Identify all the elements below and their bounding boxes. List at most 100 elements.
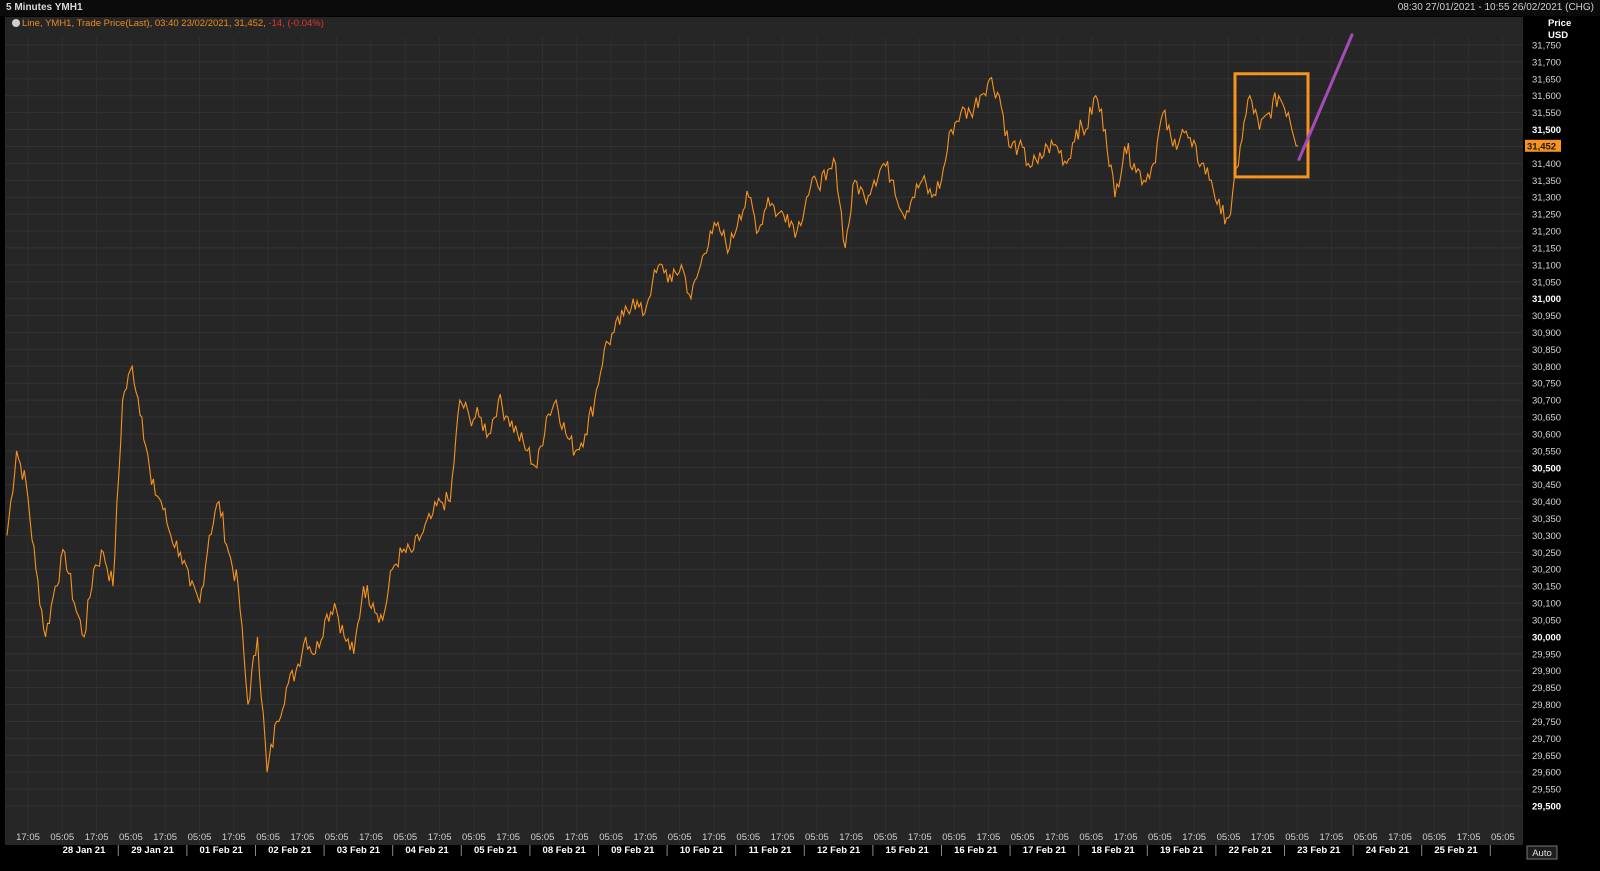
y-tick-label: 29,600 <box>1532 768 1561 779</box>
x-time-label: 17:05 <box>908 832 932 843</box>
y-tick-label: 30,800 <box>1532 362 1561 373</box>
y-tick-label: 30,000 <box>1532 632 1561 643</box>
x-day-label: 02 Feb 21 <box>268 845 312 856</box>
last-price-label: 31,452 <box>1527 141 1556 152</box>
x-time-label: 17:05 <box>1457 832 1481 843</box>
auto-scale-label: Auto <box>1532 848 1552 859</box>
y-tick-label: 31,000 <box>1532 294 1561 305</box>
y-axis-unit: USD <box>1548 30 1568 41</box>
x-day-label: 23 Feb 21 <box>1297 845 1341 856</box>
x-day-label: 15 Feb 21 <box>886 845 930 856</box>
price-chart[interactable]: Price USD 29,500 29,550 29,600 29,650 29,700… <box>0 0 1600 871</box>
y-tick-label: 30,150 <box>1532 582 1561 593</box>
x-time-label: 05:05 <box>1491 832 1515 843</box>
x-day-label: 09 Feb 21 <box>611 845 655 856</box>
y-tick-label: 29,800 <box>1532 700 1561 711</box>
x-time-label: 05:05 <box>119 832 143 843</box>
x-time-label: 17:05 <box>291 832 315 843</box>
x-time-label: 05:05 <box>1079 832 1103 843</box>
legend-series-text: Line, YMH1, Trade Price(Last), 03:40 23/… <box>22 18 266 29</box>
x-time-label: 17:05 <box>1182 832 1206 843</box>
y-tick-label: 31,650 <box>1532 74 1561 85</box>
chart-window: 5 Minutes YMH1 08:30 27/01/2021 - 10:55 … <box>0 0 1600 871</box>
x-time-label: 05:05 <box>1148 832 1172 843</box>
x-time-label: 17:05 <box>839 832 863 843</box>
y-tick-label: 30,850 <box>1532 345 1561 356</box>
x-day-label: 01 Feb 21 <box>200 845 244 856</box>
y-tick-label: 31,300 <box>1532 193 1561 204</box>
y-tick-label: 31,350 <box>1532 176 1561 187</box>
y-tick-label: 30,100 <box>1532 599 1561 610</box>
x-day-label: 25 Feb 21 <box>1434 845 1478 856</box>
x-day-label: 22 Feb 21 <box>1229 845 1273 856</box>
x-day-label: 18 Feb 21 <box>1091 845 1135 856</box>
x-time-label: 05:05 <box>462 832 486 843</box>
y-tick-label: 31,400 <box>1532 159 1561 170</box>
y-tick-label: 31,100 <box>1532 260 1561 271</box>
x-time-label: 17:05 <box>1045 832 1069 843</box>
x-day-label: 05 Feb 21 <box>474 845 518 856</box>
x-time-label: 17:05 <box>1114 832 1138 843</box>
x-time-label: 17:05 <box>771 832 795 843</box>
y-tick-label: 30,650 <box>1532 413 1561 424</box>
x-time-label: 17:05 <box>1320 832 1344 843</box>
x-time-label: 17:05 <box>634 832 658 843</box>
y-tick-label: 31,500 <box>1532 125 1561 136</box>
x-time-label: 05:05 <box>1285 832 1309 843</box>
x-time-label: 17:05 <box>16 832 40 843</box>
x-day-label: 12 Feb 21 <box>817 845 861 856</box>
y-tick-label: 29,550 <box>1532 785 1561 796</box>
x-time-label: 05:05 <box>188 832 212 843</box>
x-time-label: 05:05 <box>668 832 692 843</box>
y-tick-label: 30,400 <box>1532 497 1561 508</box>
x-day-label: 19 Feb 21 <box>1160 845 1204 856</box>
y-tick-label: 29,750 <box>1532 717 1561 728</box>
x-time-label: 17:05 <box>702 832 726 843</box>
x-day-label: 16 Feb 21 <box>954 845 998 856</box>
x-time-label: 17:05 <box>153 832 177 843</box>
legend: Line, YMH1, Trade Price(Last), 03:40 23/… <box>12 17 324 31</box>
x-day-label: 29 Jan 21 <box>131 845 174 856</box>
y-tick-label: 30,050 <box>1532 615 1561 626</box>
x-time-label: 05:05 <box>1422 832 1446 843</box>
y-tick-label: 30,950 <box>1532 311 1561 322</box>
y-tick-label: 31,700 <box>1532 57 1561 68</box>
y-tick-label: 31,550 <box>1532 108 1561 119</box>
x-time-label: 05:05 <box>1217 832 1241 843</box>
y-tick-label: 31,050 <box>1532 277 1561 288</box>
y-axis: Price USD 29,500 29,550 29,600 29,650 29,700… <box>1532 18 1571 813</box>
x-time-label: 05:05 <box>1354 832 1378 843</box>
x-time-label: 17:05 <box>222 832 246 843</box>
x-day-label: 10 Feb 21 <box>680 845 724 856</box>
x-day-label: 17 Feb 21 <box>1023 845 1067 856</box>
y-tick-label: 29,950 <box>1532 649 1561 660</box>
y-tick-label: 30,750 <box>1532 379 1561 390</box>
x-time-label: 05:05 <box>325 832 349 843</box>
y-tick-label: 31,750 <box>1532 41 1561 52</box>
x-time-label: 17:05 <box>1251 832 1275 843</box>
x-time-label: 05:05 <box>599 832 623 843</box>
y-tick-label: 30,200 <box>1532 565 1561 576</box>
y-tick-label: 29,700 <box>1532 734 1561 745</box>
y-tick-label: 30,350 <box>1532 514 1561 525</box>
x-time-label: 17:05 <box>359 832 383 843</box>
x-time-label: 17:05 <box>977 832 1001 843</box>
y-axis-title: Price <box>1548 18 1571 29</box>
x-time-label: 05:05 <box>393 832 417 843</box>
x-time-label: 05:05 <box>805 832 829 843</box>
last-price-tag: 31,452 <box>1525 139 1561 152</box>
y-tick-label: 31,250 <box>1532 210 1561 221</box>
x-time-label: 05:05 <box>256 832 280 843</box>
y-tick-label: 31,600 <box>1532 91 1561 102</box>
y-tick-label: 30,450 <box>1532 480 1561 491</box>
x-day-label: 28 Jan 21 <box>63 845 106 856</box>
x-time-label: 17:05 <box>496 832 520 843</box>
y-tick-label: 31,150 <box>1532 243 1561 254</box>
y-tick-label: 30,550 <box>1532 446 1561 457</box>
x-time-label: 05:05 <box>531 832 555 843</box>
x-time-label: 17:05 <box>1388 832 1412 843</box>
x-time-label: 05:05 <box>874 832 898 843</box>
y-tick-label: 30,500 <box>1532 463 1561 474</box>
y-tick-label: 30,250 <box>1532 548 1561 559</box>
y-tick-label: 29,850 <box>1532 683 1561 694</box>
